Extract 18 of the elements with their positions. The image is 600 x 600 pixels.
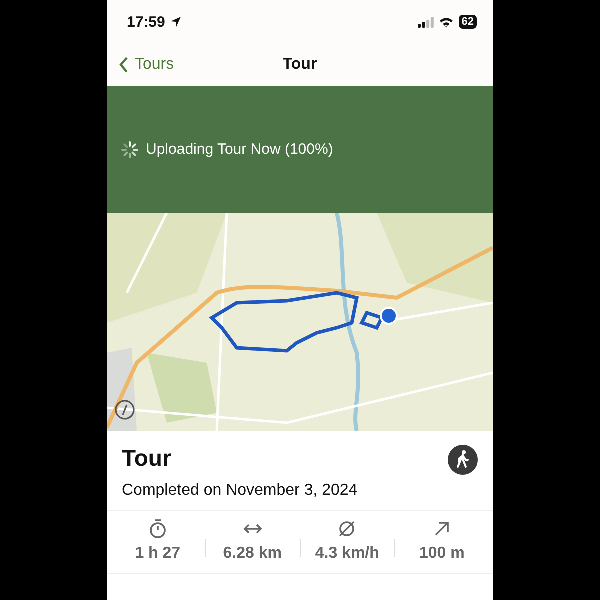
stat-value: 4.3 km/h: [315, 545, 380, 563]
spinner-icon: [121, 140, 139, 158]
signal-icon: [418, 16, 434, 28]
stat-value: 6.28 km: [223, 545, 282, 563]
hiker-icon: [448, 445, 478, 475]
nav-title: Tour: [282, 56, 318, 74]
upload-status: Uploading Tour Now (100%): [146, 141, 334, 158]
wifi-icon: [438, 16, 454, 28]
back-button[interactable]: Tours: [107, 56, 174, 74]
battery-level: 62: [458, 15, 477, 29]
tour-date: Completed on November 3, 2024: [122, 482, 358, 500]
stat-value: 1 h 27: [135, 545, 181, 563]
status-time: 17:59: [127, 14, 166, 30]
stat-value: 100 m: [419, 545, 465, 563]
location-arrow-icon: [170, 16, 182, 28]
chevron-left-icon: [119, 57, 129, 73]
tour-title: Tour: [122, 445, 172, 472]
stopwatch-icon: [148, 519, 167, 539]
